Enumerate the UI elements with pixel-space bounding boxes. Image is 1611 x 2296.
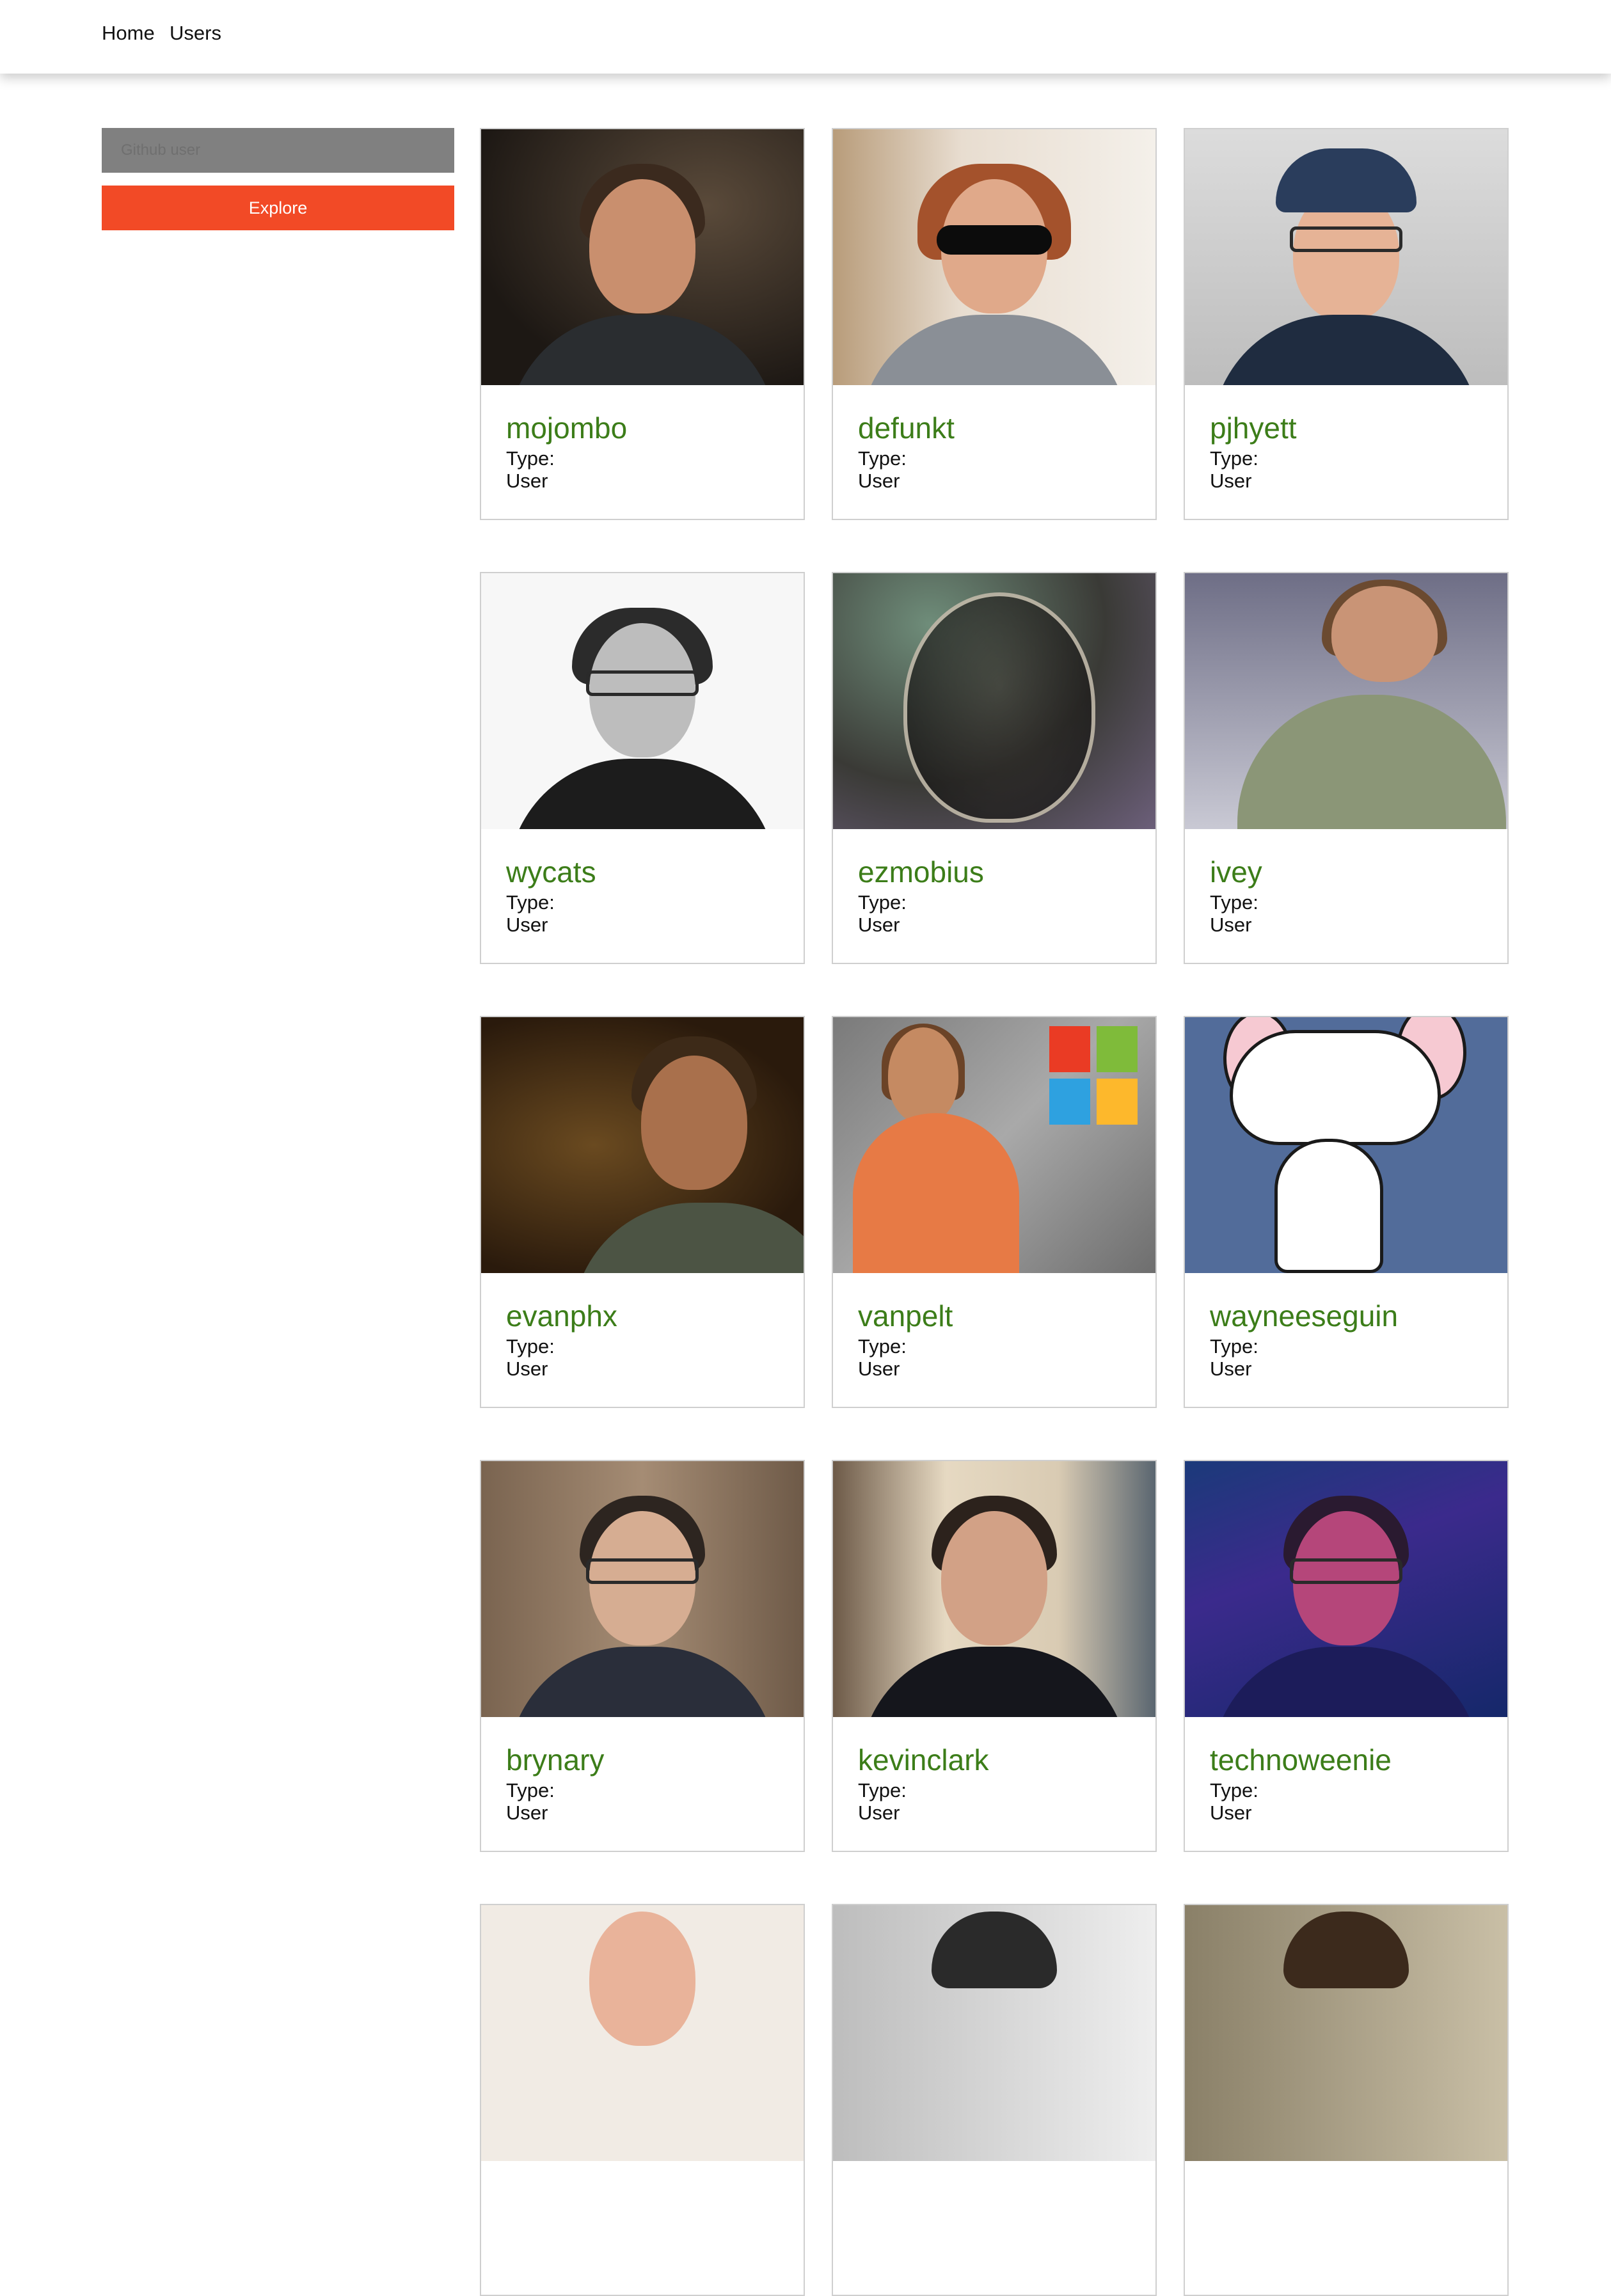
cartoon-mouse-icon [1230,1030,1441,1145]
type-label: Type: [1210,1335,1258,1358]
alien-artwork-icon [903,592,1095,823]
type-label: Type: [506,1335,555,1358]
user-avatar-image [833,1461,1155,1717]
user-login[interactable]: mojombo [506,411,627,445]
user-login[interactable]: vanpelt [858,1299,953,1333]
user-card[interactable]: kevinclark Type: User [832,1460,1157,1852]
user-avatar-image [1185,1461,1507,1717]
user-avatar-image [481,129,804,385]
user-card[interactable]: ezmobius Type: User [832,572,1157,964]
sunglasses-icon [937,225,1052,255]
github-user-search-input[interactable] [102,128,454,173]
user-card[interactable]: defunkt Type: User [832,128,1157,520]
type-label: Type: [1210,447,1258,470]
user-card[interactable]: mojombo Type: User [480,128,805,520]
type-value: User [858,914,900,936]
user-card[interactable]: wayneeseguin Type: User [1184,1016,1509,1408]
user-card[interactable]: pjhyett Type: User [1184,128,1509,520]
glasses-icon [1290,1558,1402,1584]
user-login[interactable]: defunkt [858,411,955,445]
type-value: User [506,914,548,936]
user-card[interactable] [480,1904,805,2296]
user-avatar-image [1185,573,1507,829]
user-card[interactable]: wycats Type: User [480,572,805,964]
glasses-icon [1290,226,1402,252]
user-avatar-image [1185,1017,1507,1273]
type-label: Type: [858,891,907,914]
type-value: User [506,1358,548,1380]
user-login[interactable]: kevinclark [858,1743,989,1777]
user-avatar-image [833,1017,1155,1273]
nav-home-link[interactable]: Home [102,22,155,45]
glasses-icon [586,1558,699,1584]
type-value: User [1210,470,1252,492]
type-label: Type: [506,1779,555,1801]
user-login[interactable]: ezmobius [858,855,984,889]
top-navbar: Home Users [0,0,1611,74]
user-avatar-image [481,573,804,829]
user-card[interactable]: evanphx Type: User [480,1016,805,1408]
user-login[interactable]: pjhyett [1210,411,1297,445]
type-value: User [1210,1358,1252,1380]
user-avatar-image [481,1461,804,1717]
type-label: Type: [858,447,907,470]
microsoft-logo-icon [1049,1026,1139,1127]
type-value: User [858,1358,900,1380]
user-avatar-image [1185,129,1507,385]
user-card[interactable]: brynary Type: User [480,1460,805,1852]
user-card[interactable] [1184,1904,1509,2296]
user-avatar-image [833,573,1155,829]
user-avatar-image [481,1017,804,1273]
user-avatar-image [833,1905,1155,2161]
type-value: User [858,470,900,492]
type-label: Type: [1210,1779,1258,1801]
type-value: User [1210,1801,1252,1824]
type-value: User [506,470,548,492]
type-value: User [1210,914,1252,936]
type-label: Type: [858,1779,907,1801]
type-label: Type: [506,447,555,470]
cartoon-body [1274,1139,1383,1273]
user-login[interactable]: evanphx [506,1299,617,1333]
user-login[interactable]: wycats [506,855,596,889]
glasses-icon [586,670,699,696]
nav-users-link[interactable]: Users [170,22,221,45]
user-card[interactable]: technoweenie Type: User [1184,1460,1509,1852]
type-label: Type: [1210,891,1258,914]
user-card[interactable] [832,1904,1157,2296]
user-login[interactable]: ivey [1210,855,1262,889]
user-card[interactable]: ivey Type: User [1184,572,1509,964]
user-avatar-image [833,129,1155,385]
user-login[interactable]: brynary [506,1743,604,1777]
user-avatar-image [481,1905,804,2161]
user-card[interactable]: vanpelt Type: User [832,1016,1157,1408]
user-login[interactable]: wayneeseguin [1210,1299,1398,1333]
type-value: User [858,1801,900,1824]
explore-button[interactable]: Explore [102,186,454,230]
user-avatar-image [1185,1905,1507,2161]
user-login[interactable]: technoweenie [1210,1743,1392,1777]
type-value: User [506,1801,548,1824]
type-label: Type: [506,891,555,914]
type-label: Type: [858,1335,907,1358]
